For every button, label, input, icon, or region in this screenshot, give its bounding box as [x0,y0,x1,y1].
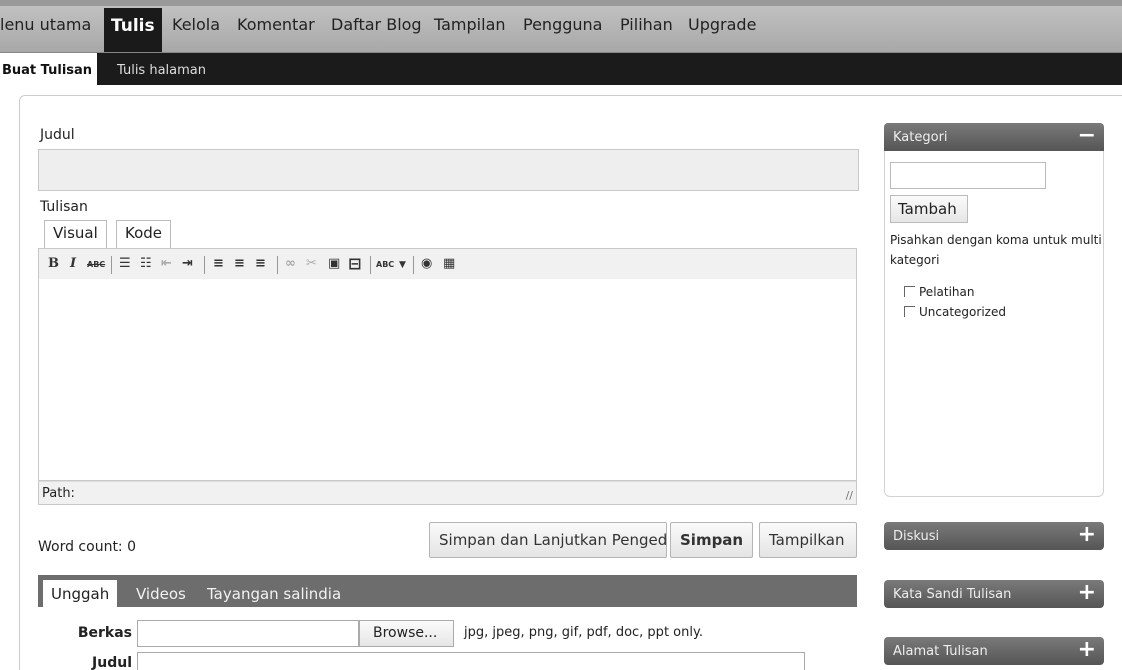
category-panel-title: Kategori [893,130,948,145]
tab-slideshow[interactable]: Tayangan salindia [207,585,341,603]
nav-item-komentar[interactable]: Komentar [237,15,315,34]
category-item-label: Uncategorized [919,305,1006,319]
word-count: Word count: 0 [38,539,137,555]
image-icon[interactable]: ▣ [328,256,340,271]
toolbar-separator [277,256,278,274]
dropdown-icon[interactable]: ▼ [399,260,406,270]
bold-button[interactable]: B [48,256,59,271]
help-icon[interactable]: ◉ [421,256,432,271]
top-navigation: lenu utama Tulis Kelola Komentar Daftar … [0,0,1122,53]
italic-button[interactable]: I [70,256,76,271]
link-icon[interactable]: ∞ [285,256,296,271]
nav-item-pilihan[interactable]: Pilihan [620,15,673,34]
nav-item-pengguna[interactable]: Pengguna [523,15,602,34]
strikethrough-button[interactable]: ABC [87,260,105,269]
editor-toolbar: B I ABC ☰ ☷ ⇤ ⇥ ≡ ≡ ≡ ∞ ✂ ▣ ⊟ ABC ▼ ◉ ▦ [38,248,857,280]
password-panel-title: Kata Sandi Tulisan [893,587,1012,602]
category-panel-header[interactable]: Kategori − [884,123,1104,151]
editor-path-bar: Path: // [38,481,857,505]
title-input[interactable] [38,149,859,191]
password-panel-header[interactable]: Kata Sandi Tulisan + [884,580,1104,608]
sub-navigation: Buat Tulisan Tulis halaman [0,53,1122,85]
save-button[interactable]: Simpan [670,522,753,558]
preview-button[interactable]: Tampilkan [759,522,857,558]
kitchen-sink-icon[interactable]: ▦ [443,256,455,271]
numbered-list-icon[interactable]: ☷ [140,256,152,271]
slug-panel-header[interactable]: Alamat Tulisan + [884,637,1104,665]
discussion-panel-header[interactable]: Diskusi + [884,522,1104,550]
align-center-icon[interactable]: ≡ [234,256,245,271]
checkbox[interactable] [904,286,915,297]
resize-handle-icon[interactable]: // [846,489,853,502]
category-hint: Pisahkan dengan koma untuk multi kategor… [890,233,1102,267]
category-item-label: Pelatihan [919,285,975,299]
add-category-button[interactable]: Tambah [890,195,968,223]
subnav-tulis-halaman[interactable]: Tulis halaman [112,53,211,85]
tab-code[interactable]: Kode [116,220,172,249]
nav-item-daftar-blog[interactable]: Daftar Blog [331,15,422,34]
content-label: Tulisan [40,199,88,215]
toolbar-separator [370,256,371,274]
spellcheck-icon[interactable]: ABC [376,260,394,269]
file-path-input[interactable] [137,620,359,647]
tab-videos[interactable]: Videos [136,585,186,603]
category-item-pelatihan[interactable]: Pelatihan [904,285,974,299]
outdent-icon[interactable]: ⇤ [161,256,172,271]
top-strip [0,0,1122,6]
indent-icon[interactable]: ⇥ [182,256,193,271]
editor-content-area[interactable] [38,279,857,481]
checkbox[interactable] [904,306,915,317]
toolbar-separator [111,256,112,274]
tab-visual[interactable]: Visual [44,220,107,249]
upload-title-input[interactable] [137,652,805,670]
nav-item-tampilan[interactable]: Tampilan [434,15,506,34]
browse-button[interactable]: Browse... [359,620,454,647]
new-category-input[interactable] [890,162,1046,189]
toolbar-separator [204,256,205,274]
nav-item-tulis[interactable]: Tulis [104,8,162,52]
nav-item-menu-utama[interactable]: lenu utama [0,15,91,34]
upload-tabs-bar: Unggah Videos Tayangan salindia [38,575,857,607]
allowed-filetypes: jpg, jpeg, png, gif, pdf, doc, ppt only. [464,625,703,640]
category-panel-body: Tambah Pisahkan dengan koma untuk multi … [884,151,1104,497]
toolbar-separator [413,256,414,274]
more-icon[interactable]: ⊟ [348,254,361,273]
save-continue-button[interactable]: Simpan dan Lanjutkan Penged [429,522,667,558]
file-label: Berkas [77,625,132,641]
expand-icon[interactable]: + [1078,580,1096,605]
align-left-icon[interactable]: ≡ [213,256,224,271]
nav-item-kelola[interactable]: Kelola [172,15,220,34]
slug-panel-title: Alamat Tulisan [893,644,988,659]
title-label: Judul [40,127,75,143]
tab-upload[interactable]: Unggah [43,580,118,607]
collapse-icon[interactable]: − [1078,123,1096,148]
align-right-icon[interactable]: ≡ [255,256,266,271]
expand-icon[interactable]: + [1078,637,1096,662]
upload-title-label: Judul [92,655,132,670]
category-item-uncategorized[interactable]: Uncategorized [904,305,1006,319]
bullet-list-icon[interactable]: ☰ [119,256,131,271]
unlink-icon[interactable]: ✂ [306,256,317,271]
discussion-panel-title: Diskusi [893,529,940,544]
path-label: Path: [42,486,75,501]
expand-icon[interactable]: + [1078,522,1096,547]
subnav-buat-tulisan[interactable]: Buat Tulisan [0,53,98,85]
nav-item-upgrade[interactable]: Upgrade [688,15,756,34]
